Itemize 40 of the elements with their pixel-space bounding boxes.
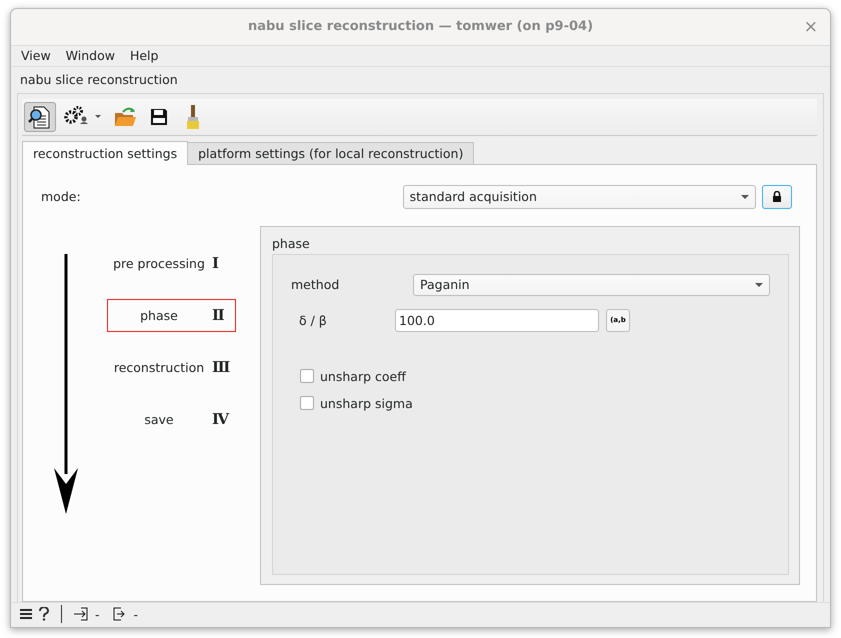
- method-dropdown[interactable]: Paganin: [413, 274, 770, 296]
- step-numeral: Ⅰ: [212, 254, 220, 272]
- menu-item[interactable]: View: [20, 48, 59, 64]
- method-label: method: [291, 277, 340, 292]
- step-label: save: [143, 412, 175, 427]
- mode-label: mode:: [41, 189, 81, 204]
- checkbox[interactable]: [300, 369, 314, 384]
- ratio-label: δ / β: [299, 312, 328, 328]
- checkbox-label: unsharp sigma: [320, 396, 413, 411]
- lock-icon: [772, 191, 782, 202]
- tab[interactable]: platform settings (for local reconstruction): [187, 142, 474, 164]
- checkbox-label: unsharp coeff: [320, 368, 406, 384]
- mode-dropdown[interactable]: standard acquisition: [402, 184, 756, 209]
- step-item[interactable]: reconstruction Ⅲ: [107, 350, 236, 384]
- brush-icon: [185, 104, 201, 130]
- status-text: -: [95, 606, 100, 622]
- step-numeral: Ⅱ: [212, 306, 225, 324]
- panel-title: nabu slice reconstruction: [19, 70, 179, 89]
- window-title: nabu slice reconstruction — tomwer (on p9-04): [248, 19, 594, 34]
- open-folder-icon: [113, 104, 137, 129]
- input-icon: [73, 606, 89, 622]
- status-text: -: [134, 606, 138, 622]
- step-label: pre processing: [112, 256, 206, 271]
- step-numeral: Ⅳ: [212, 410, 230, 428]
- menu-icon[interactable]: [20, 608, 32, 620]
- step-item[interactable]: phase Ⅱ: [107, 298, 236, 332]
- menu-item[interactable]: Help: [128, 48, 166, 64]
- step-label: phase: [139, 308, 179, 323]
- checkbox[interactable]: [300, 396, 314, 410]
- step-numeral: Ⅲ: [212, 358, 230, 376]
- menu-item[interactable]: Window: [64, 48, 123, 64]
- help-icon[interactable]: [38, 607, 50, 622]
- lock-button[interactable]: [762, 184, 792, 209]
- step-item[interactable]: save Ⅳ: [107, 402, 236, 436]
- toolbar-button[interactable]: [24, 102, 56, 132]
- step-item[interactable]: pre processing Ⅰ: [107, 246, 236, 280]
- step-label: reconstruction: [112, 360, 206, 375]
- group-title: phase: [272, 236, 310, 251]
- tab[interactable]: reconstruction settings: [22, 140, 188, 165]
- ratio-input[interactable]: 100.0: [395, 308, 599, 332]
